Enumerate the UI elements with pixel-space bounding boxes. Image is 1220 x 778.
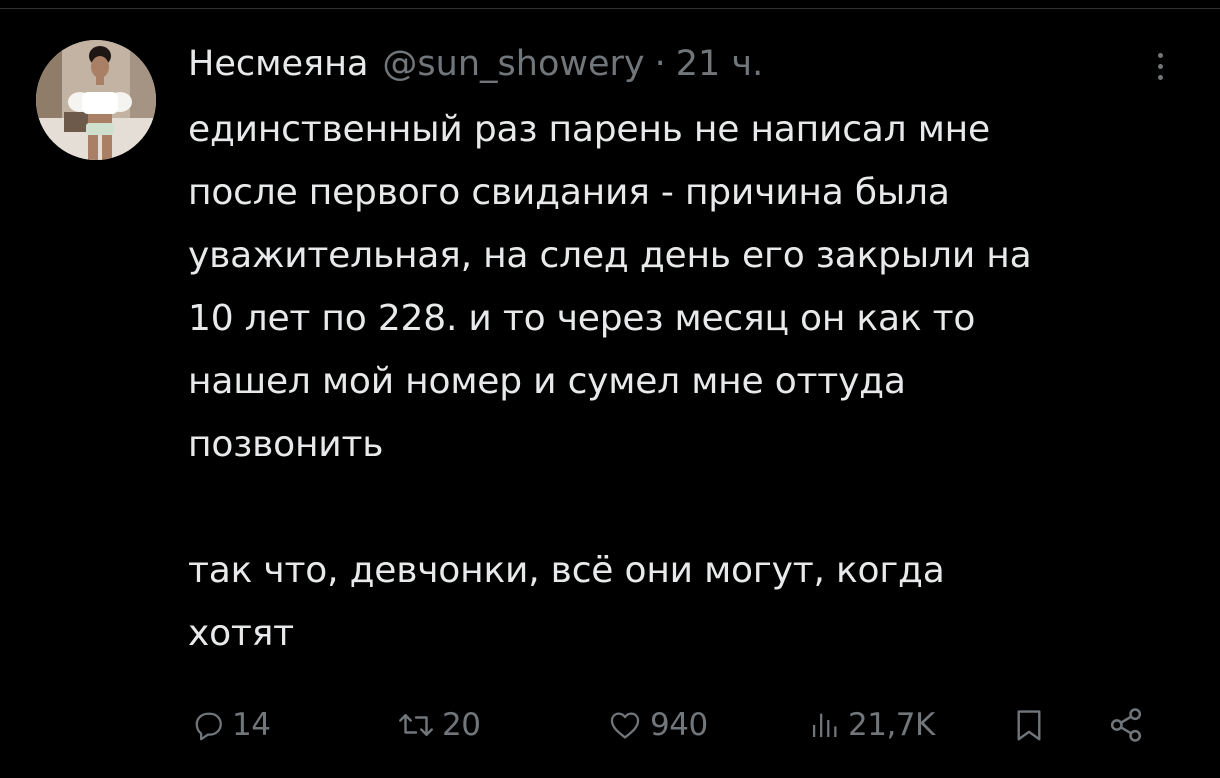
tweet[interactable]: Несмеяна @sun_showery · 21 ч. единственн… xyxy=(0,0,1220,778)
repost-icon xyxy=(399,714,433,736)
like-count: 940 xyxy=(650,707,708,743)
tweet-paragraph: так что, девчонки, всё они могут, когда … xyxy=(188,550,945,654)
reply-count: 14 xyxy=(232,707,271,743)
tweet-text: единственный раз парень не написал мне п… xyxy=(188,98,1198,665)
more-options-button[interactable] xyxy=(1144,44,1176,88)
views-button[interactable]: 21,7K xyxy=(808,697,935,753)
avatar[interactable] xyxy=(36,40,156,160)
repost-count: 20 xyxy=(442,707,481,743)
tweet-header: Несмеяна @sun_showery · 21 ч. xyxy=(188,40,763,88)
share-button[interactable] xyxy=(1106,697,1146,753)
views-count: 21,7K xyxy=(848,707,935,743)
action-bar: 14 20 940 21,7K xyxy=(188,697,1168,753)
views-icon xyxy=(812,713,837,738)
tweet-timestamp[interactable]: 21 ч. xyxy=(676,40,763,88)
author-display-name[interactable]: Несмеяна xyxy=(188,40,368,88)
avatar-photo xyxy=(36,40,156,160)
reply-button[interactable]: 14 xyxy=(190,697,271,753)
reply-icon xyxy=(195,712,222,741)
share-icon xyxy=(1110,708,1142,742)
header-separator: · xyxy=(654,44,666,84)
like-button[interactable]: 940 xyxy=(606,697,708,753)
like-icon xyxy=(610,712,640,739)
more-icon xyxy=(1157,63,1163,69)
bookmark-icon xyxy=(1017,710,1041,741)
more-icon xyxy=(1157,52,1163,58)
tweet-paragraph: единственный раз парень не написал мне п… xyxy=(188,109,1032,465)
author-handle[interactable]: @sun_showery xyxy=(382,40,644,88)
repost-button[interactable]: 20 xyxy=(396,697,481,753)
more-icon xyxy=(1157,74,1163,80)
bookmark-button[interactable] xyxy=(1010,697,1048,753)
